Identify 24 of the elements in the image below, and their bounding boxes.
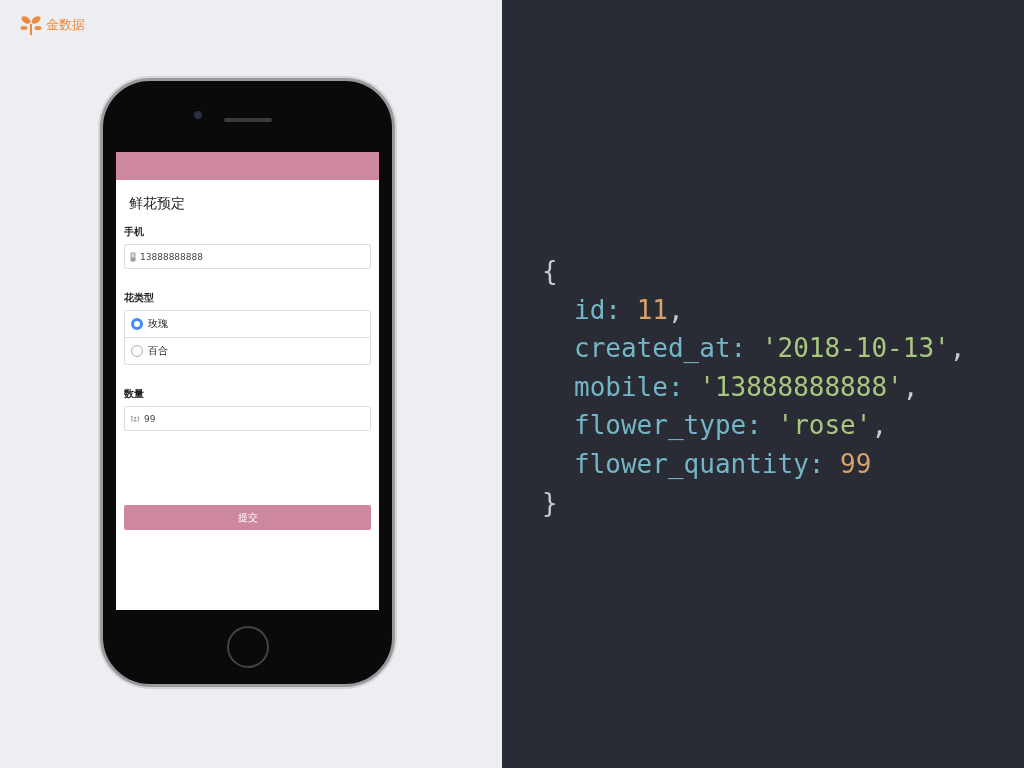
radio-button[interactable] (131, 345, 143, 357)
number-icon (130, 414, 140, 423)
sprout-icon (20, 15, 42, 35)
input-field[interactable]: 13888888888 (124, 244, 371, 269)
code-line: flower_type: 'rose', (573, 409, 889, 443)
code-line: } (542, 486, 559, 520)
code-line: created_at: '2018-10-13', (573, 332, 967, 366)
speaker-icon (223, 117, 272, 122)
input-field[interactable]: 99 (124, 406, 371, 431)
form-title: 鲜花预定 (128, 194, 186, 213)
phone-icon (130, 251, 136, 262)
field-label: 数量 (124, 387, 145, 401)
code-line: id: 11, (573, 293, 685, 327)
code-line: mobile: '13888888888', (573, 370, 920, 404)
brand-name: 金数据 (46, 16, 85, 34)
radio-option[interactable]: 玫瑰 (125, 311, 370, 337)
radio-option[interactable]: 百合 (125, 337, 370, 364)
field-label: 花类型 (124, 291, 155, 305)
field-label: 手机 (124, 225, 145, 239)
camera-icon (194, 111, 202, 119)
code-line: flower_quantity: 99 (573, 447, 873, 481)
home-button[interactable] (226, 626, 269, 668)
code-line: { (542, 255, 559, 288)
radio-button[interactable] (131, 318, 143, 330)
